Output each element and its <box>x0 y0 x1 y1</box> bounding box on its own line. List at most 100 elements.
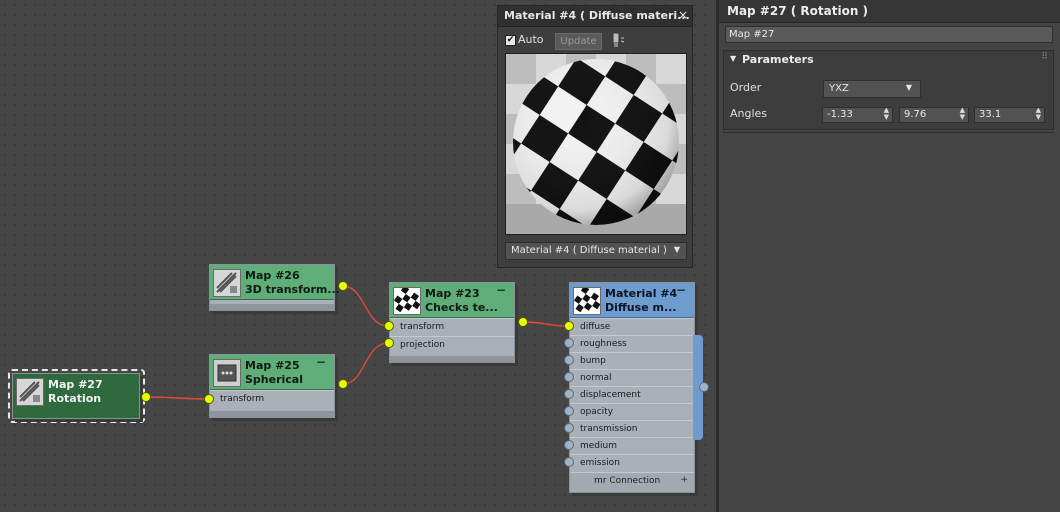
output-port[interactable] <box>338 281 348 291</box>
collapse-triangle-icon[interactable]: ▼ <box>730 54 736 63</box>
input-slot-transmission[interactable]: transmission <box>570 420 694 438</box>
wire-map27-to-map25 <box>145 396 210 400</box>
input-slot-medium[interactable]: medium <box>570 437 694 455</box>
node-subtitle: Rotation <box>48 392 102 405</box>
input-port-transform[interactable] <box>204 394 214 404</box>
spinner-arrows-icon[interactable]: ▲ ▼ <box>960 107 965 121</box>
update-button[interactable]: Update <box>555 33 602 50</box>
close-icon[interactable]: × <box>678 8 688 22</box>
node-map25[interactable]: Map #25 Spherical − transform <box>209 354 335 418</box>
node-title: Map #25 <box>245 359 300 372</box>
expand-icon[interactable]: + <box>680 475 688 485</box>
output-port[interactable] <box>699 382 709 392</box>
input-port-projection[interactable] <box>384 338 394 348</box>
output-port[interactable] <box>338 379 348 389</box>
map-name-field[interactable]: Map #27 <box>725 26 1053 43</box>
order-dropdown[interactable]: YXZ ▼ <box>823 80 921 98</box>
node-header: Map #25 Spherical − <box>210 355 334 390</box>
material-thumbnail-icon <box>573 285 601 315</box>
slot-label: transmission <box>580 424 638 434</box>
input-slot-roughness[interactable]: roughness <box>570 335 694 353</box>
input-slot-diffuse[interactable]: diffuse <box>570 318 694 336</box>
node-material4[interactable]: Material #4 Diffuse m... − diffuse rough… <box>569 282 695 493</box>
wire-map26-to-map23 <box>342 285 389 327</box>
input-port-transmission[interactable] <box>564 423 574 433</box>
slot-label: normal <box>580 373 612 383</box>
input-slot-emission[interactable]: emission <box>570 454 694 472</box>
slot-label: roughness <box>580 339 627 349</box>
angle-x-value: -1.33 <box>827 109 853 120</box>
output-port[interactable] <box>518 317 528 327</box>
spherical-map-thumbnail-icon <box>213 359 241 387</box>
output-port[interactable] <box>141 392 151 402</box>
node-editor-canvas[interactable]: Map #26 3D transform... Map #25 Spherica… <box>0 0 714 512</box>
footer-label: mr Connection <box>594 476 661 486</box>
node-title: Material #4 <box>605 287 678 300</box>
wire-map25-to-map23 <box>342 342 389 385</box>
input-port-displacement[interactable] <box>564 389 574 399</box>
node-title: Map #27 <box>48 378 103 391</box>
minus-icon[interactable]: − <box>676 283 686 297</box>
node-header: Map #27 Rotation <box>13 374 139 418</box>
input-slot-opacity[interactable]: opacity <box>570 403 694 421</box>
input-port-opacity[interactable] <box>564 406 574 416</box>
slot-label: medium <box>580 441 617 451</box>
input-slot-transform[interactable]: transform <box>390 318 514 336</box>
node-map26[interactable]: Map #26 3D transform... <box>209 264 340 311</box>
input-port-medium[interactable] <box>564 440 574 450</box>
node-footer <box>210 304 334 310</box>
grip-icon[interactable]: ⠿ <box>1041 52 1048 62</box>
node-subtitle: Checks te... <box>425 301 498 314</box>
preview-titlebar[interactable]: Material #4 ( Diffuse materi... × <box>498 6 692 27</box>
slot-label: displacement <box>580 390 641 400</box>
minus-icon[interactable]: − <box>316 355 326 369</box>
spinner-arrows-icon[interactable]: ▲ ▼ <box>884 107 889 121</box>
panel-titlebar: Map #27 ( Rotation ) <box>719 0 1060 23</box>
input-slot-displacement[interactable]: displacement <box>570 386 694 404</box>
node-map23[interactable]: Map #23 Checks te... − transform project… <box>389 282 515 363</box>
chevron-down-icon: ▼ <box>673 245 680 254</box>
input-port-roughness[interactable] <box>564 338 574 348</box>
slot-label: opacity <box>580 407 614 417</box>
input-port-emission[interactable] <box>564 457 574 467</box>
spinner-arrows-icon[interactable]: ▲ ▼ <box>1036 107 1041 121</box>
material-select-value: Material #4 ( Diffuse material ) <box>511 245 667 256</box>
input-slot-transform[interactable]: transform <box>210 390 334 408</box>
auto-checkbox[interactable]: ✔ <box>505 35 516 46</box>
node-title: Map #23 <box>425 287 480 300</box>
input-slot-bump[interactable]: bump <box>570 352 694 370</box>
node-subtitle: Spherical <box>245 373 303 386</box>
angle-z-spinner[interactable]: 33.1 ▲ ▼ <box>974 107 1045 123</box>
transform-map-thumbnail-icon <box>213 269 241 297</box>
slot-label: projection <box>400 340 445 350</box>
angle-y-value: 9.76 <box>904 109 927 120</box>
input-port-transform[interactable] <box>384 321 394 331</box>
slot-label: transform <box>220 394 265 404</box>
node-title: Map #26 <box>245 269 300 282</box>
rollout-title: Parameters <box>742 53 814 66</box>
rollout-header[interactable]: ▼ Parameters ⠿ <box>724 51 1053 69</box>
material-select[interactable]: Material #4 ( Diffuse material ) ▼ <box>505 242 687 260</box>
node-header: Material #4 Diffuse m... − <box>570 283 694 318</box>
mr-connection-rollout[interactable]: mr Connection + <box>570 472 694 492</box>
node-map27[interactable]: Map #27 Rotation <box>12 373 140 419</box>
angles-label: Angles <box>730 107 768 120</box>
node-header: Map #23 Checks te... − <box>390 283 514 318</box>
node-footer <box>390 356 514 362</box>
chevron-down-icon: ▼ <box>905 83 912 92</box>
checker-thumbnail-icon <box>393 285 421 315</box>
input-port-normal[interactable] <box>564 372 574 382</box>
panel-divider <box>723 132 1054 133</box>
input-slot-normal[interactable]: normal <box>570 369 694 387</box>
input-port-bump[interactable] <box>564 355 574 365</box>
input-port-diffuse[interactable] <box>564 321 574 331</box>
flashlight-icon[interactable] <box>611 32 625 48</box>
angle-x-spinner[interactable]: -1.33 ▲ ▼ <box>822 107 893 123</box>
material-preview-window[interactable]: Material #4 ( Diffuse materi... × ✔ Auto… <box>497 5 693 268</box>
parameter-panel: Map #27 ( Rotation ) Map #27 ▼ Parameter… <box>716 0 1060 512</box>
input-slot-projection[interactable]: projection <box>390 336 514 354</box>
slot-label: diffuse <box>580 322 611 332</box>
slot-label: emission <box>580 458 620 468</box>
angle-y-spinner[interactable]: 9.76 ▲ ▼ <box>899 107 969 123</box>
minus-icon[interactable]: − <box>496 283 506 297</box>
